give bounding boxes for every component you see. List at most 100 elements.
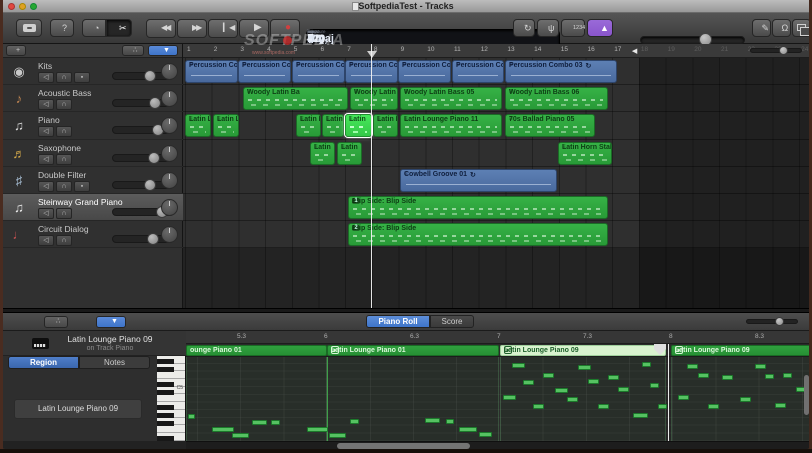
- solo-button[interactable]: ∩: [56, 126, 72, 137]
- smart-controls-button[interactable]: ◔: [82, 19, 106, 37]
- region-woody-latin-bass-06[interactable]: ≡Woody Latin Bass 06: [505, 87, 608, 110]
- region-latin-l[interactable]: ≡Latin L: [296, 114, 321, 137]
- midi-note[interactable]: [307, 427, 328, 432]
- solo-button[interactable]: ∩: [56, 235, 72, 246]
- region-woody-latin-ba[interactable]: ≡Woody Latin Ba: [243, 87, 348, 110]
- midi-note[interactable]: [459, 427, 477, 432]
- white-key[interactable]: [157, 425, 186, 433]
- title-bar[interactable]: SoftpediaTest - Tracks: [0, 0, 812, 13]
- region-percussion-co[interactable]: ≡Percussion Co: [398, 60, 451, 83]
- region-woody-latin-bass-05[interactable]: ≡Woody Latin Bass 05: [400, 87, 502, 110]
- region-latin[interactable]: ≡Latin: [337, 142, 362, 165]
- black-key[interactable]: [157, 436, 174, 441]
- region-percussion-combo-03[interactable]: ≡Percussion Combo 03↻: [505, 60, 617, 83]
- editor-zoom-knob[interactable]: [775, 317, 784, 326]
- arrange-zoom-slider[interactable]: [750, 48, 802, 53]
- region-play-icon[interactable]: ▶: [504, 346, 512, 354]
- tab-region[interactable]: Region: [8, 356, 79, 369]
- pan-knob[interactable]: [161, 199, 178, 216]
- midi-note[interactable]: [618, 387, 629, 392]
- solo-button[interactable]: ∩: [56, 154, 72, 165]
- region-play-icon[interactable]: ▶: [675, 346, 683, 354]
- black-key[interactable]: [157, 405, 174, 410]
- midi-note[interactable]: [658, 404, 667, 409]
- midi-note[interactable]: [567, 397, 578, 402]
- black-key[interactable]: [157, 382, 174, 387]
- add-track-button[interactable]: +: [6, 45, 26, 56]
- midi-note[interactable]: [698, 373, 709, 378]
- midi-note[interactable]: [329, 433, 346, 438]
- midi-note[interactable]: [232, 433, 249, 438]
- catch-playhead-button[interactable]: ▼: [148, 45, 178, 56]
- region-latin-l[interactable]: ≡Latin L: [185, 114, 211, 137]
- arrange-zoom-knob[interactable]: [779, 46, 788, 55]
- midi-note[interactable]: [783, 373, 792, 378]
- track-volume-thumb[interactable]: [147, 233, 159, 245]
- mute-button[interactable]: ◁: [38, 126, 54, 137]
- pan-knob[interactable]: [161, 145, 178, 162]
- midi-note[interactable]: [188, 414, 195, 419]
- midi-note[interactable]: [425, 418, 440, 423]
- midi-note[interactable]: [350, 419, 359, 424]
- note-pad-button[interactable]: ✎: [752, 19, 771, 37]
- cycle-button[interactable]: ↻: [513, 19, 535, 37]
- midi-note[interactable]: [543, 373, 554, 378]
- midi-note[interactable]: [588, 379, 599, 384]
- mute-button[interactable]: ◁: [38, 181, 54, 192]
- midi-note[interactable]: [555, 388, 568, 393]
- mute-button[interactable]: ◁: [38, 72, 54, 83]
- track-header-circuit-dialog[interactable]: ♩Circuit Dialog◁∩: [0, 221, 183, 248]
- region-cowbell-groove-01[interactable]: ≡Cowbell Groove 01↻: [400, 169, 557, 192]
- master-volume-slider[interactable]: [640, 36, 745, 44]
- piano-keyboard-strip[interactable]: C5: [157, 356, 186, 441]
- midi-note[interactable]: [271, 420, 280, 425]
- track-header-acoustic-bass[interactable]: ♪Acoustic Bass◁∩: [0, 85, 183, 112]
- region-blip-side-blip-side[interactable]: 2≡Blip Side: Blip Side: [348, 223, 608, 246]
- metronome-button[interactable]: ▲: [587, 19, 613, 37]
- midi-note[interactable]: [708, 404, 719, 409]
- mute-button[interactable]: ◁: [38, 99, 54, 110]
- editor-ruler[interactable]: 5.366.377.388.3: [186, 331, 812, 344]
- black-key[interactable]: [157, 390, 174, 395]
- midi-note[interactable]: [446, 419, 454, 424]
- region-percussion-co[interactable]: ≡Percussion Co: [452, 60, 504, 83]
- track-header-steinway-grand-piano[interactable]: ♫Steinway Grand Piano◁∩: [0, 194, 183, 221]
- midi-note[interactable]: [722, 375, 733, 380]
- region-latin-l[interactable]: ≡Latin L: [322, 114, 344, 137]
- solo-button[interactable]: ∩: [56, 181, 72, 192]
- editor-horizontal-scrollbar[interactable]: [186, 441, 812, 449]
- region-latin[interactable]: ≡Latin: [310, 142, 335, 165]
- region-percussion-co[interactable]: ≡Percussion Co: [292, 60, 345, 83]
- count-in-button[interactable]: 1234: [561, 19, 585, 37]
- track-extra-button[interactable]: ▪: [74, 72, 90, 83]
- playhead[interactable]: [371, 44, 372, 308]
- region-name-field[interactable]: Latin Lounge Piano 09: [14, 399, 142, 419]
- region-70s-ballad-piano-05[interactable]: ≡70s Ballad Piano 05: [505, 114, 595, 137]
- white-key[interactable]: [157, 371, 186, 379]
- region-latin-l[interactable]: ≡Latin L: [373, 114, 398, 137]
- region-percussion-co[interactable]: ≡Percussion Co: [185, 60, 238, 83]
- play-button[interactable]: ▶: [239, 19, 269, 38]
- midi-note[interactable]: [633, 413, 648, 418]
- rewind-button[interactable]: ◀◀: [146, 19, 176, 38]
- midi-note[interactable]: [479, 432, 492, 437]
- editor-region-latin-lounge-piano-09[interactable]: ▶Latin Lounge Piano 09: [671, 345, 812, 356]
- track-header-saxophone[interactable]: ♬Saxophone◁∩: [0, 140, 183, 167]
- pan-knob[interactable]: [161, 117, 178, 134]
- editor-zoom-slider[interactable]: [746, 319, 798, 324]
- region-blip-side-blip-side[interactable]: 1≡Blip Side: Blip Side: [348, 196, 608, 219]
- mute-button[interactable]: ◁: [38, 208, 54, 219]
- pan-knob[interactable]: [161, 226, 178, 243]
- track-volume-thumb[interactable]: [144, 70, 156, 82]
- region-percussion-co[interactable]: ≡Percussion Co: [238, 60, 291, 83]
- midi-note[interactable]: [687, 364, 698, 369]
- midi-note[interactable]: [503, 395, 516, 400]
- region-latin-lounge-piano-11[interactable]: ≡Latin Lounge Piano 11: [400, 114, 502, 137]
- editor-region-ounge-piano-01[interactable]: ounge Piano 01: [186, 345, 327, 356]
- black-key[interactable]: [157, 413, 174, 418]
- record-button[interactable]: ●: [270, 19, 300, 38]
- track-extra-button[interactable]: ▪: [74, 181, 90, 192]
- region-play-icon[interactable]: ▶: [331, 346, 339, 354]
- black-key[interactable]: [157, 359, 174, 364]
- midi-note[interactable]: [252, 420, 267, 425]
